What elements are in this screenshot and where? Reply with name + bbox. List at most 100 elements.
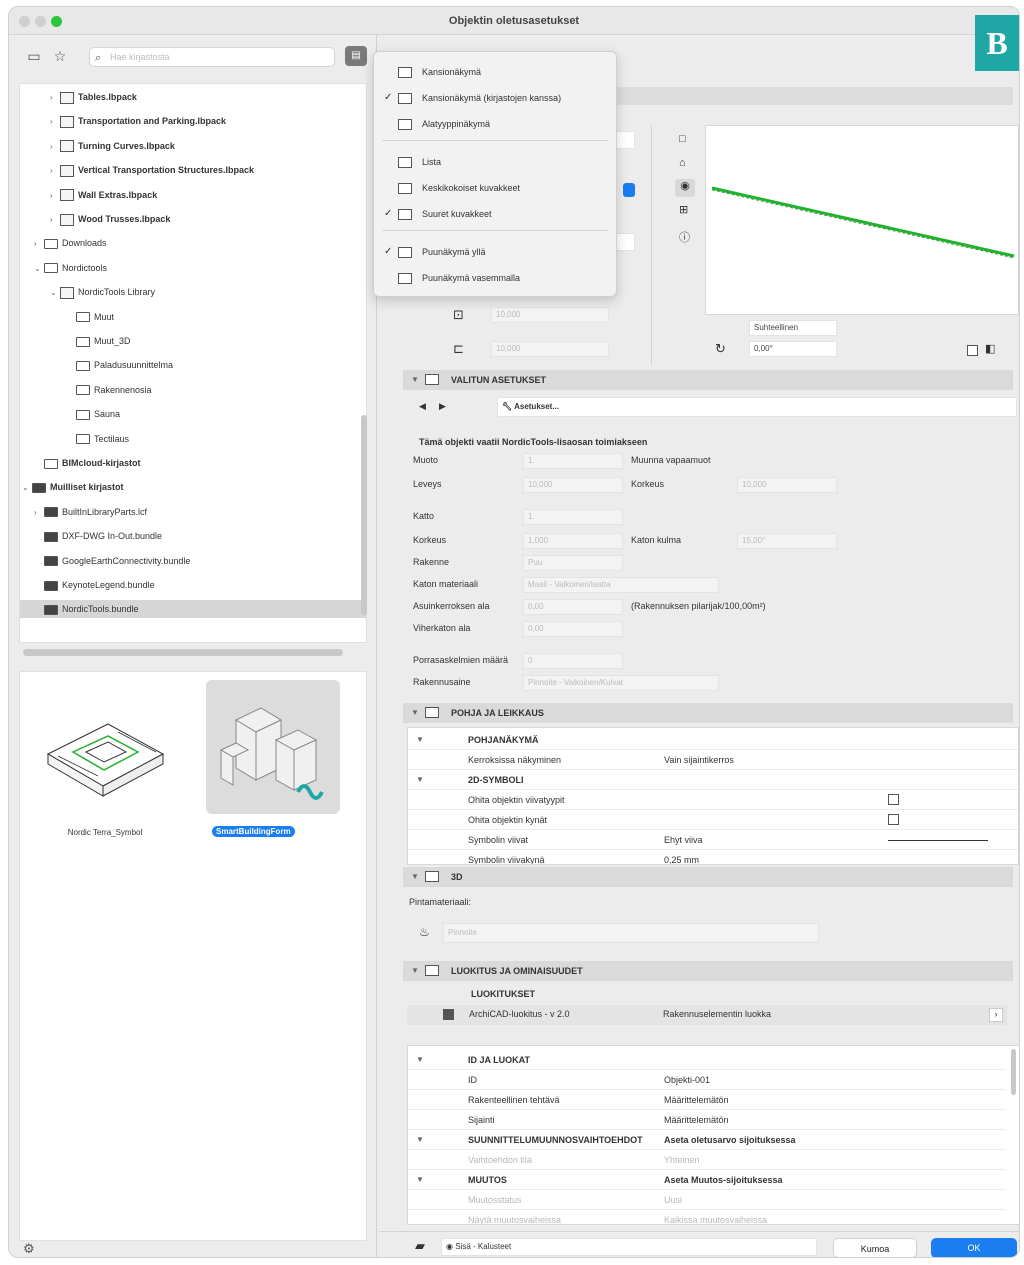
elevation-view-icon[interactable]: ⊞ [679,203,688,216]
info-icon[interactable]: ⓘ [679,229,690,245]
plan-view-icon[interactable]: □ [679,133,686,145]
tree-item[interactable]: ⌄ Muilliset kirjastot [20,478,366,496]
tree-item[interactable]: Rakennenosia [20,381,366,399]
property-row[interactable]: Näytä muutosvaiheissa Kaikissa muutosvaih… [408,1210,1006,1224]
tree-item[interactable]: Sauna [20,405,366,423]
disclosure-arrow-icon[interactable]: › [50,138,60,156]
param-value-field[interactable]: 1,000 [523,533,623,549]
tree-item[interactable]: BIMcloud-kirjastot [20,454,366,472]
section-header-settings[interactable]: ▼ VALITUN ASETUKSET [403,370,1013,390]
property-checkbox[interactable] [888,814,899,825]
property-row[interactable]: Muutosstatus Uusi [408,1190,1006,1210]
param-value-field[interactable]: 10,000 [737,477,837,493]
library-manager-icon[interactable]: ⚙ [23,1241,35,1257]
floorplan-row[interactable]: Ohita objektin kynät [408,810,1018,830]
menu-item[interactable]: Keskikokoiset kuvakkeet [374,178,616,198]
section-header-floorplan[interactable]: ▼ POHJA JA LEIKKAUS [403,703,1013,723]
param-value-field[interactable]: 15,00° [737,533,837,549]
disclosure-arrow-icon[interactable]: › [50,211,60,229]
ok-button[interactable]: OK [931,1238,1017,1257]
property-row[interactable]: Sijainti Määrittelemätön [408,1110,1006,1130]
param-value-field[interactable]: Maali - Valkoinen/laatta [523,577,719,593]
floorplan-row[interactable]: Symbolin viivakynä 0,25 mm [408,850,1018,864]
disclosure-arrow-icon[interactable]: › [50,162,60,180]
property-row[interactable]: ▼ ID JA LUOKAT [408,1050,1006,1070]
param-value-field[interactable]: Puu [523,555,623,571]
floorplan-row[interactable]: Symbolin viivat Ehyt viiva [408,830,1018,850]
tree-vertical-scrollbar[interactable] [361,415,367,615]
disclosure-arrow-icon[interactable]: › [34,504,44,522]
disclosure-arrow-icon[interactable]: ⌄ [34,260,44,278]
menu-item[interactable]: Kansionäkymä [374,62,616,82]
param-value-field[interactable]: 0,00 [523,621,623,637]
property-row[interactable]: ▼ MUUTOS Aseta Muutos-sijoituksessa [408,1170,1006,1190]
section-header-3d[interactable]: ▼ 3D [403,867,1013,887]
tree-item[interactable]: › BuiltInLibraryParts.lcf [20,503,366,521]
cancel-button[interactable]: Kumoa [833,1238,917,1257]
3d-view-icon[interactable]: ◉ [675,179,695,197]
menu-item[interactable]: ✓ Suuret kuvakkeet [374,204,616,224]
param-value-field[interactable]: 0 [523,653,623,669]
param-value-field[interactable]: 1 [523,509,623,525]
tree-item[interactable]: Paladusuunnittelma [20,356,366,374]
parameters-button[interactable]: 🔧︎ Asetukset... [497,397,1017,417]
disclosure-arrow-icon[interactable]: › [50,89,60,107]
paint-bucket-icon[interactable]: ♨ [419,925,430,939]
search-input[interactable]: ⌕ Hae kirjastosta [89,47,335,67]
section-header-classification[interactable]: ▼ LUOKITUS JA OMINAISUUDET [403,961,1013,981]
properties-scrollbar[interactable] [1011,1049,1016,1095]
tree-item[interactable]: KeynoteLegend.bundle [20,576,366,594]
floorplan-row[interactable]: ▼ POHJANÄKYMÄ [408,730,1018,750]
property-row[interactable]: ID Objekti-001 [408,1070,1006,1090]
surface-material-select[interactable]: Pinnoite [443,923,819,943]
star-icon[interactable]: ☆ [49,46,71,66]
chevron-right-icon[interactable]: › [989,1008,1003,1022]
floorplan-row[interactable]: Kerroksissa näkyminen Vain sijaintikerros [408,750,1018,770]
view-options-button[interactable]: ▤ [345,46,367,66]
stepper-button[interactable] [623,183,635,197]
next-arrow-icon[interactable]: ▶ [439,401,446,412]
param-value-field[interactable]: 1 [523,453,623,469]
classification-checkbox[interactable] [443,1009,454,1020]
thumbnail-smart-building-form[interactable] [206,680,340,814]
preview-mode-select[interactable]: Suhteellinen [749,320,837,336]
param-value-field[interactable]: Pinnoite - Valkoinen/Kuivat [523,675,719,691]
folder-icon[interactable]: ▭ [23,46,45,66]
tree-item[interactable]: › Downloads [20,234,366,252]
menu-item[interactable]: ✓ Kansionäkymä (kirjastojen kanssa) [374,88,616,108]
tree-item[interactable]: › Transportation and Parking.lbpack [20,112,366,130]
property-checkbox[interactable] [888,794,899,805]
tree-item[interactable]: › Tables.lbpack [20,88,366,106]
floorplan-row[interactable]: ▼ 2D-SYMBOLI [408,770,1018,790]
tree-item[interactable]: ⌄ NordicTools Library [20,283,366,301]
tree-item[interactable]: › Vertical Transportation Structures.lbpa… [20,161,366,179]
angle-field[interactable]: 0,00° [749,341,837,357]
tree-item[interactable]: Tectilaus [20,430,366,448]
prev-arrow-icon[interactable]: ◀ [419,401,426,412]
tree-horizontal-scrollbar[interactable] [23,649,343,656]
section-view-icon[interactable]: ⌂ [679,157,686,169]
property-row[interactable]: Rakenteellinen tehtävä Määrittelemätön [408,1090,1006,1110]
menu-item[interactable]: Alatyyppinäkymä [374,114,616,134]
disclosure-arrow-icon[interactable]: ⌄ [50,284,60,302]
tree-item[interactable]: Muut_3D [20,332,366,350]
tree-item[interactable]: GoogleEarthConnectivity.bundle [20,552,366,570]
mirror-checkbox[interactable] [967,345,978,356]
mirror-icon[interactable]: ◧ [985,342,995,355]
param-value-field[interactable]: 10,000 [523,477,623,493]
width-field[interactable]: 10,000 [491,307,609,323]
param-value-field[interactable]: 0,00 [523,599,623,615]
height-field[interactable]: 10,000 [491,341,609,357]
thumbnail-nordic-terra[interactable] [38,694,168,804]
disclosure-arrow-icon[interactable]: › [50,187,60,205]
tree-item[interactable]: › Wood Trusses.lbpack [20,210,366,228]
tree-item[interactable]: Muut [20,308,366,326]
floorplan-row[interactable]: Ohita objektin viivatyypit [408,790,1018,810]
property-row[interactable]: ▼ SUUNNITTELUMUUNNOSVAIHTOEHDOT Aseta olet… [408,1130,1006,1150]
property-row[interactable]: Vaihtoehdon tila Yhteinen [408,1150,1006,1170]
tree-item[interactable]: › Turning Curves.lbpack [20,137,366,155]
menu-item[interactable]: Lista [374,152,616,172]
disclosure-arrow-icon[interactable]: ⌄ [22,479,32,497]
tree-item[interactable]: ⌄ Nordictools [20,259,366,277]
tree-item[interactable]: › Wall Extras.lbpack [20,186,366,204]
